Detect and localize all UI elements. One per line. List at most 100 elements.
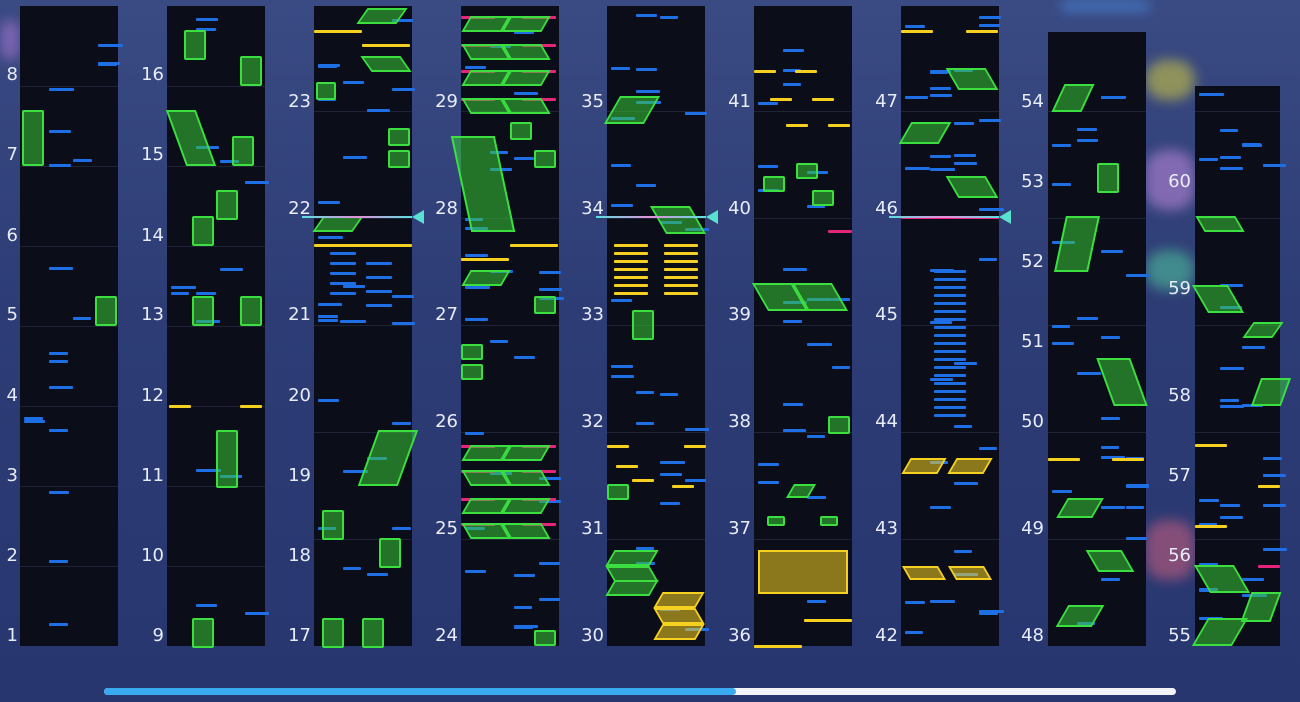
bg-glow [0,20,20,60]
tap-note [1125,537,1147,540]
measure-divider [901,111,999,112]
hold-note [192,618,214,648]
tap-note [465,286,490,289]
playback-cursor [889,210,1011,224]
measure-divider [461,539,559,540]
tap-note [929,87,951,90]
tap-note [954,425,972,428]
tap-note [934,382,966,385]
tap-note [929,321,952,324]
tap-note [1220,405,1245,408]
measure-number: 15 [141,144,164,165]
tap-note [1101,506,1125,509]
hold-note [388,128,410,146]
tap-note [934,374,966,377]
scrollbar-track[interactable] [104,688,1176,695]
slide-note [501,470,551,486]
hold-note [240,296,262,326]
measure-divider [607,432,705,433]
measure-divider [20,406,118,407]
tap-note [195,604,217,607]
measure-number: 56 [1168,545,1191,566]
flick-note [240,405,262,408]
tap-note [807,435,825,438]
measure-divider [754,111,852,112]
tap-note [1076,372,1101,375]
hold-note [796,163,818,179]
tap-note [782,83,801,86]
tap-note [340,320,366,323]
tap-note [1076,139,1098,142]
tap-note [807,600,826,603]
flick-note [614,260,648,263]
tap-note [1241,578,1264,581]
measure-number: 29 [435,91,458,112]
hold-note [763,176,785,192]
hold-note [767,516,785,526]
tap-note [934,302,966,305]
tap-note [48,164,71,167]
flick-note [616,465,638,468]
hold-note [828,416,850,434]
measure-divider [1195,539,1280,540]
tap-note [934,398,966,401]
tap-note [660,502,680,505]
tap-note [782,429,806,432]
scrollbar-thumb[interactable] [104,688,737,695]
tap-note [758,165,778,168]
measure-divider [167,246,265,247]
tap-note [1262,457,1282,460]
tap-note [1199,93,1224,96]
hold-note [216,430,238,488]
slide-note [901,566,947,580]
measure-number: 2 [6,545,18,566]
tap-note [1262,474,1286,477]
tap-note [978,612,998,615]
hold-note [362,618,384,648]
tap-note [929,168,955,171]
tap-note [220,268,243,271]
tap-note [342,285,365,288]
tap-note [831,366,850,369]
tap-note [514,356,535,359]
tap-note [660,16,678,19]
flick-note [614,252,648,255]
hold-note [192,296,214,326]
hold-note [534,630,556,646]
measure-number: 47 [875,91,898,112]
flick-note [664,284,698,287]
tap-note [318,303,342,306]
slide-note [947,566,993,580]
flick-note [812,98,834,101]
tap-note [391,527,411,530]
cursor-arrow-icon [999,210,1011,224]
tap-note [318,201,340,204]
measure-number: 35 [581,91,604,112]
tap-note [195,18,218,21]
flick-note [754,70,776,73]
flick-note [614,292,648,295]
measure-divider [607,539,705,540]
measure-number: 27 [435,304,458,325]
tap-note [611,164,631,167]
tap-note [48,386,73,389]
tap-note [611,365,633,368]
tap-note [391,322,415,325]
tap-note [538,598,560,601]
measure-number: 20 [288,385,311,406]
measure-divider [607,325,705,326]
playback-cursor [302,210,424,224]
tap-note [1125,274,1149,277]
measure-divider [20,86,118,87]
tap-note [684,479,706,482]
tap-note [318,315,338,318]
tap-note [244,612,269,615]
flick-note [1195,444,1227,447]
measure-number: 31 [581,518,604,539]
tap-note [391,295,414,298]
tap-note [807,343,832,346]
tap-note [684,112,707,115]
tap-note [342,81,364,84]
measure-number: 19 [288,465,311,486]
tap-note [514,157,534,160]
